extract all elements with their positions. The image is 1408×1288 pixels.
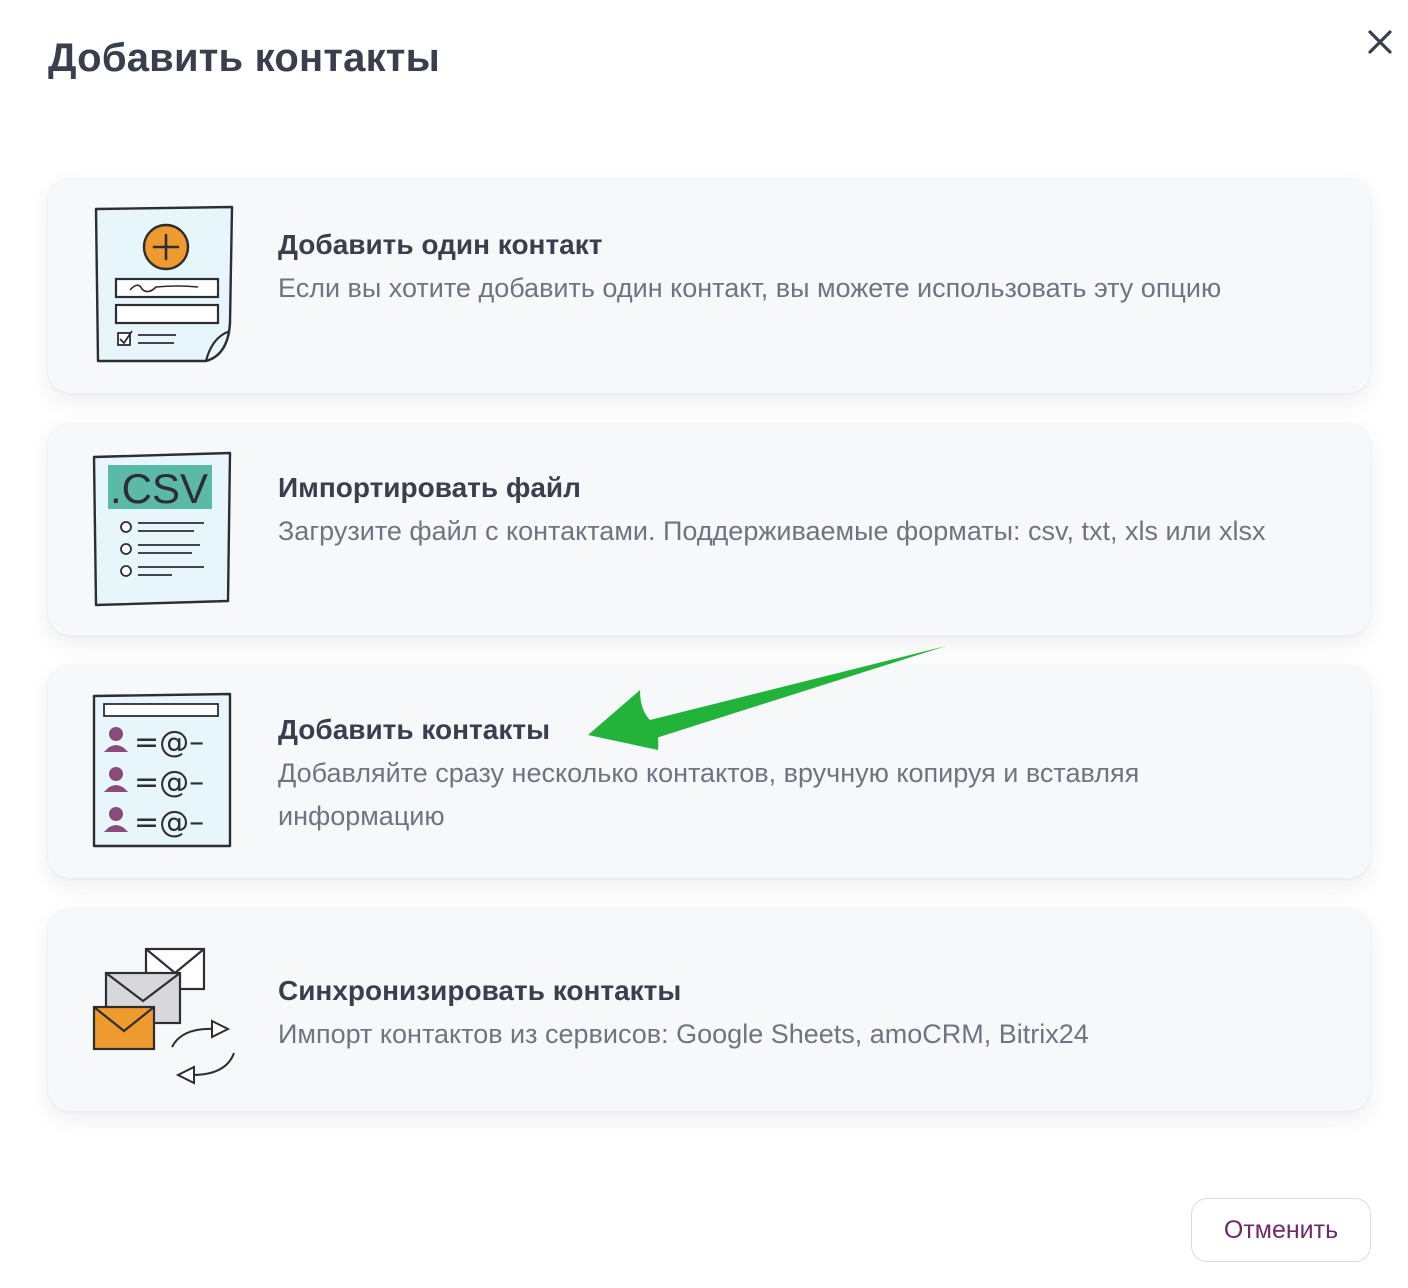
csv-label: .CSV [110, 465, 208, 512]
contact-row-text: =@– [134, 725, 204, 760]
option-description: Импорт контактов из сервисов: Google She… [278, 1019, 1089, 1049]
option-description: Если вы хотите добавить один контакт, вы… [278, 273, 1222, 303]
csv-file-icon: .CSV [92, 451, 232, 607]
option-title: Импортировать файл [278, 472, 581, 503]
close-icon [1368, 30, 1392, 54]
cancel-button[interactable]: Отменить [1191, 1198, 1371, 1262]
option-import-file[interactable]: .CSV Импортировать файл Загрузите файл с… [48, 423, 1370, 635]
option-add-single-contact[interactable]: Добавить один контакт Если вы хотите доб… [48, 178, 1370, 393]
contact-row-text: =@– [134, 805, 204, 840]
option-title: Добавить один контакт [278, 229, 603, 260]
close-button[interactable] [1360, 22, 1400, 62]
option-description: Загрузите файл с контактами. Поддерживае… [278, 516, 1266, 546]
sync-envelopes-icon [92, 947, 235, 1085]
option-description: Добавляйте сразу несколько контактов, вр… [278, 758, 1140, 831]
option-add-multiple-contacts[interactable]: =@– =@– =@– Добавить контакты Добавляйте… [48, 665, 1370, 878]
option-title: Добавить контакты [278, 714, 550, 745]
add-contact-form-icon [94, 205, 234, 363]
option-sync-contacts[interactable]: Синхронизировать контакты Импорт контакт… [48, 908, 1370, 1111]
contact-list-icon: =@– =@– =@– [92, 692, 232, 848]
contact-row-text: =@– [134, 765, 204, 800]
add-contacts-modal: Добавить контакты Добавить один контакт … [0, 0, 1408, 1288]
option-title: Синхронизировать контакты [278, 975, 682, 1006]
modal-title: Добавить контакты [48, 36, 440, 80]
